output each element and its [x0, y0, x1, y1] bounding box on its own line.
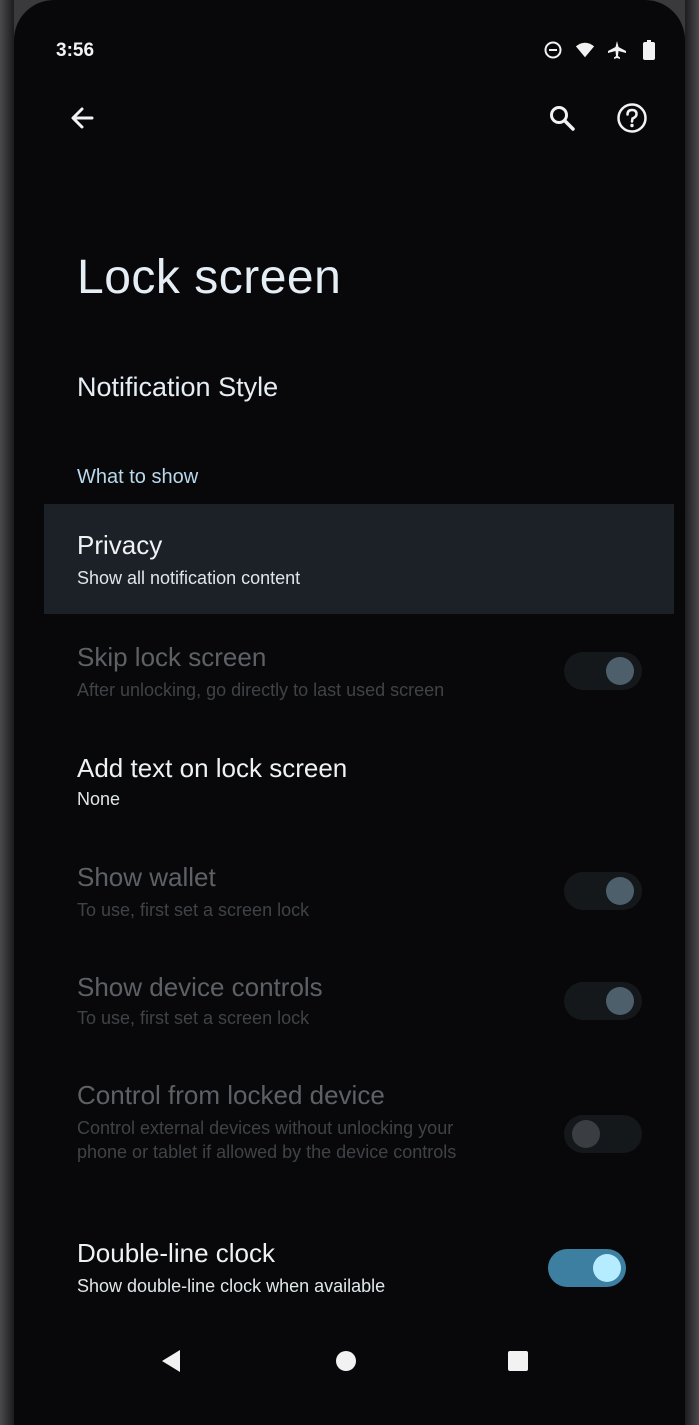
show-wallet-subtitle: To use, first set a screen lock	[77, 900, 310, 920]
search-button[interactable]	[542, 98, 582, 138]
toggle-knob	[572, 1120, 600, 1148]
arrow-left-icon	[71, 107, 94, 129]
nav-back-button[interactable]	[154, 1344, 188, 1378]
status-time: 3:56	[56, 40, 95, 61]
skip-lock-screen-toggle[interactable]	[564, 652, 642, 690]
show-device-controls-item[interactable]: Show device controls To use, first set a…	[44, 958, 659, 1040]
search-icon	[550, 106, 575, 131]
show-device-controls-title: Show device controls	[77, 972, 323, 1002]
privacy-title: Privacy	[77, 530, 163, 560]
screen: 3:56 Lock screen Notification Style What…	[14, 0, 685, 1425]
privacy-item[interactable]: Privacy Show all notification content	[44, 504, 674, 614]
double-line-clock-toggle[interactable]	[548, 1249, 626, 1287]
do-not-disturb-icon	[543, 40, 563, 60]
show-wallet-title: Show wallet	[77, 862, 216, 892]
wifi-icon	[575, 40, 595, 60]
toggle-knob	[606, 657, 634, 685]
status-bar: 3:56	[14, 36, 685, 66]
add-text-on-lock-screen-item[interactable]: Add text on lock screen None	[44, 740, 659, 830]
skip-lock-screen-title: Skip lock screen	[77, 642, 267, 672]
phone-bezel-left	[0, 0, 14, 1425]
control-locked-device-title: Control from locked device	[77, 1080, 385, 1110]
battery-icon	[639, 40, 659, 60]
navigation-bar	[14, 1330, 685, 1390]
phone-frame: 3:56 Lock screen Notification Style What…	[0, 0, 699, 1425]
double-line-clock-item[interactable]: Double-line clock Show double-line clock…	[44, 1226, 659, 1308]
show-device-controls-subtitle: To use, first set a screen lock	[77, 1008, 310, 1028]
airplane-icon	[607, 40, 627, 60]
status-icons	[543, 40, 659, 60]
toggle-knob	[606, 987, 634, 1015]
show-wallet-toggle[interactable]	[564, 872, 642, 910]
square-recents-icon	[508, 1351, 528, 1371]
notification-style-item[interactable]: Notification Style	[77, 372, 278, 403]
toggle-knob	[606, 877, 634, 905]
triangle-back-icon	[162, 1350, 180, 1372]
control-locked-device-subtitle-line2: phone or tablet if allowed by the device…	[77, 1142, 457, 1162]
double-line-clock-subtitle: Show double-line clock when available	[77, 1276, 386, 1296]
phone-bezel-right	[685, 0, 699, 1425]
control-locked-device-toggle[interactable]	[564, 1115, 642, 1153]
circle-home-icon	[336, 1351, 356, 1371]
add-text-title: Add text on lock screen	[77, 753, 348, 783]
skip-lock-screen-item[interactable]: Skip lock screen After unlocking, go dir…	[44, 630, 659, 720]
help-button[interactable]	[612, 98, 652, 138]
nav-home-button[interactable]	[329, 1344, 363, 1378]
show-wallet-item[interactable]: Show wallet To use, first set a screen l…	[44, 850, 659, 932]
double-line-clock-title: Double-line clock	[77, 1238, 275, 1268]
section-header-what-to-show: What to show	[77, 466, 199, 488]
privacy-subtitle: Show all notification content	[77, 568, 301, 588]
show-device-controls-toggle[interactable]	[564, 982, 642, 1020]
add-text-subtitle: None	[77, 789, 121, 809]
control-locked-device-subtitle-line1: Control external devices without unlocki…	[77, 1118, 454, 1138]
help-circle-icon	[617, 103, 647, 133]
control-from-locked-device-item[interactable]: Control from locked device Control exter…	[44, 1068, 659, 1188]
skip-lock-screen-subtitle: After unlocking, go directly to last use…	[77, 680, 445, 700]
nav-recents-button[interactable]	[501, 1344, 535, 1378]
page-title: Lock screen	[77, 251, 342, 304]
back-button[interactable]	[62, 98, 102, 138]
toggle-knob	[593, 1254, 621, 1282]
